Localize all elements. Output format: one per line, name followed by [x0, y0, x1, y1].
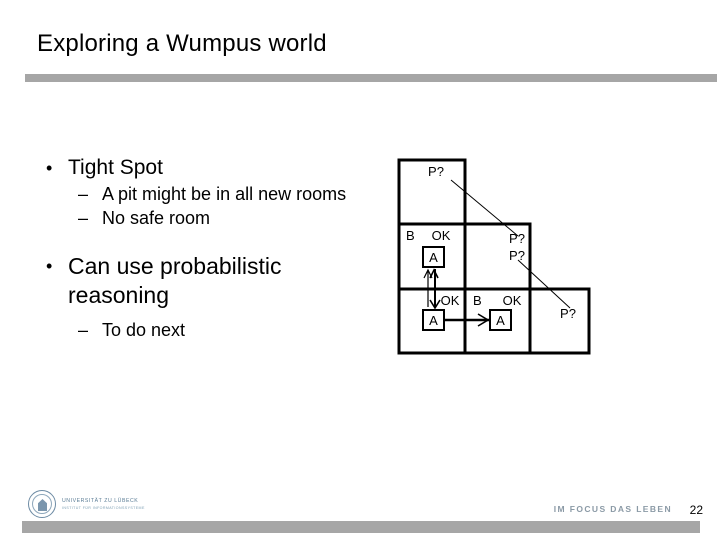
subbullet-to-do-next: – To do next: [30, 319, 380, 342]
bullet-probabilistic-reasoning: • Can use probabilistic reasoning: [30, 252, 380, 310]
cell-r2c1-agent-label: A: [496, 313, 505, 328]
bullet-marker-icon: •: [46, 256, 53, 276]
pit-link-bottom-line: [517, 259, 571, 309]
bullet-group-1: • Tight Spot – A pit might be in all new…: [30, 155, 380, 230]
cell-r1c0-agent-label: A: [429, 250, 438, 265]
institute-name: INSTITUT FÜR INFORMATIONSSYSTEME: [62, 506, 145, 510]
page-title: Exploring a Wumpus world: [37, 30, 327, 57]
cell-r2c2-pit-label: P?: [560, 306, 576, 321]
subbullet-pit-might-be: – A pit might be in all new rooms: [30, 183, 380, 206]
bullet-marker-icon: •: [46, 158, 53, 178]
wumpus-world-diagram: P? B OK A P? P? OK A B OK A P?: [390, 150, 600, 362]
bullet-label: Can use probabilistic reasoning: [68, 253, 282, 308]
bullet-group-2: • Can use probabilistic reasoning – To d…: [30, 252, 380, 342]
cell-r1c0-breeze-label: B: [406, 228, 415, 243]
pit-link-top-line: [450, 179, 519, 237]
university-name: UNIVERSITÄT ZU LÜBECK: [62, 498, 139, 504]
cell-r2c1-ok-label: OK: [503, 293, 522, 308]
subbullet-label: A pit might be in all new rooms: [102, 184, 347, 204]
subbullet-label: No safe room: [102, 208, 211, 228]
university-tagline: IM FOCUS DAS LEBEN: [553, 504, 672, 514]
bullet-label: Tight Spot: [68, 156, 163, 179]
subbullet-label: To do next: [102, 320, 186, 340]
cell-r2c0-agent-label: A: [429, 313, 438, 328]
bullet-tight-spot: • Tight Spot: [30, 155, 380, 181]
cell-r2c0-ok-label: OK: [441, 293, 460, 308]
university-seal-icon: [28, 490, 56, 518]
cell-r1c1-pit-label-b: P?: [509, 248, 525, 263]
wumpus-grid-svg: P? B OK A P? P? OK A B OK A P?: [397, 158, 591, 355]
university-logo: UNIVERSITÄT ZU LÜBECK INSTITUT FÜR INFOR…: [28, 490, 145, 518]
university-logo-text: UNIVERSITÄT ZU LÜBECK INSTITUT FÜR INFOR…: [62, 498, 145, 510]
subbullet-no-safe-room: – No safe room: [30, 207, 380, 230]
cell-r1c1-pit-label-a: P?: [509, 231, 525, 246]
dash-marker-icon: –: [78, 208, 89, 228]
footer-divider: [22, 521, 700, 533]
title-divider: [25, 74, 717, 82]
page-number: 22: [689, 503, 703, 517]
cell-r1c0-ok-label: OK: [432, 228, 451, 243]
cell-r0c0-pit-label: P?: [428, 164, 444, 179]
dash-marker-icon: –: [78, 184, 89, 204]
dash-marker-icon: –: [78, 320, 89, 340]
slide-body: • Tight Spot – A pit might be in all new…: [30, 155, 380, 343]
cell-r2c1-breeze-label: B: [473, 293, 482, 308]
